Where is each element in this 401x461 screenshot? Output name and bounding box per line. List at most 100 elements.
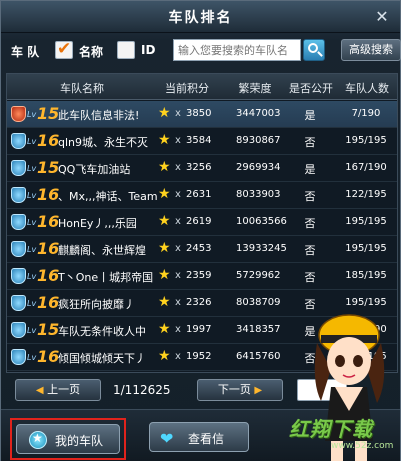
- level-prefix: Lv: [27, 164, 37, 173]
- team-members: 195/195: [345, 243, 387, 254]
- table-header: 车队名称 当前积分 繁荣度 是否公开 车队人数: [7, 74, 397, 100]
- watermark-url: www.52z.com: [331, 441, 394, 451]
- team-badge-icon: [11, 322, 26, 338]
- team-level: 16: [37, 239, 60, 258]
- team-prosperity: 8033903: [236, 189, 281, 200]
- team-level: 16: [37, 347, 60, 366]
- team-public: 否: [304, 271, 316, 284]
- site-watermark: 红翔下载 www.52z.com: [283, 405, 401, 461]
- level-prefix: Lv: [27, 191, 37, 200]
- team-score: 2359: [186, 270, 212, 281]
- level-prefix: Lv: [27, 218, 37, 227]
- team-name: 此车队信息非法!: [58, 109, 140, 122]
- view-info-label: 查看信: [188, 432, 225, 446]
- team-level: 16: [37, 266, 60, 285]
- team-level: 15: [37, 158, 60, 177]
- multiply-sign: x: [175, 351, 181, 362]
- id-checkbox[interactable]: [117, 41, 135, 59]
- team-level: 15: [37, 320, 60, 339]
- team-level: 16: [37, 293, 60, 312]
- my-team-button[interactable]: 我的车队: [16, 424, 120, 454]
- search-button[interactable]: [303, 39, 325, 61]
- multiply-sign: x: [175, 243, 181, 254]
- my-team-label: 我的车队: [55, 434, 104, 448]
- team-level: 16: [37, 212, 60, 231]
- team-badge-icon: [11, 106, 26, 122]
- team-public: 否: [304, 217, 316, 230]
- team-name: QQ飞车加油站: [58, 163, 131, 176]
- team-level: 16: [37, 131, 60, 150]
- team-public: 否: [304, 190, 316, 203]
- level-prefix: Lv: [27, 353, 37, 362]
- team-name: HonEy丿,,,乐园: [58, 217, 137, 230]
- table-row[interactable]: Lv 15 QQ飞车加油站 ★ x 3256 2969934 是 167/190: [7, 155, 397, 182]
- level-prefix: Lv: [27, 245, 37, 254]
- team-star-icon: [29, 431, 47, 449]
- my-team-highlight: 我的车队: [10, 418, 126, 460]
- table-row[interactable]: Lv 16 HonEy丿,,,乐园 ★ x 2619 10063566 否 195/195: [7, 209, 397, 236]
- team-label: 车 队: [11, 45, 40, 59]
- team-badge-icon: [11, 268, 26, 284]
- search-filter-bar: 车 队 名称 ID 高级搜索: [7, 39, 401, 63]
- name-option-label: 名称: [79, 45, 104, 59]
- team-score: 3850: [186, 108, 212, 119]
- team-badge-icon: [11, 295, 26, 311]
- team-public: 是: [304, 163, 316, 176]
- column-header-score: 当前积分: [165, 82, 209, 95]
- level-prefix: Lv: [27, 272, 37, 281]
- close-icon[interactable]: ✕: [372, 7, 392, 27]
- multiply-sign: x: [175, 189, 181, 200]
- team-score: 2326: [186, 297, 212, 308]
- team-name: 、Mx,,,神话、Team: [58, 190, 158, 203]
- prev-page-label: 上一页: [47, 383, 81, 396]
- column-header-name: 车队名称: [60, 82, 104, 95]
- team-score: 3256: [186, 162, 212, 173]
- team-name: 疯狂所向披靡丿: [58, 298, 135, 311]
- view-info-button[interactable]: ❤ 查看信: [149, 422, 249, 452]
- star-icon: ★: [158, 240, 171, 256]
- team-score: 2631: [186, 189, 212, 200]
- page-indicator: 1/112625: [113, 383, 171, 397]
- table-row[interactable]: Lv 16 、Mx,,,神话、Team ★ x 2631 8033903 否 122/195: [7, 182, 397, 209]
- heart-icon: ❤: [160, 429, 174, 448]
- table-row[interactable]: Lv 16 T丶One丨城邦帝国 ★ x 2359 5729962 否 185/195: [7, 263, 397, 290]
- team-score: 2619: [186, 216, 212, 227]
- name-checkbox[interactable]: [55, 39, 73, 59]
- prev-page-button[interactable]: ◀ 上一页: [15, 379, 101, 401]
- team-score: 1952: [186, 351, 212, 362]
- team-members: 122/195: [345, 189, 387, 200]
- multiply-sign: x: [175, 324, 181, 335]
- team-name: 麒麟阁、永世辉煌: [58, 244, 146, 257]
- chevron-left-icon: ◀: [35, 385, 44, 396]
- watermark-logo: 红翔下载: [289, 417, 373, 441]
- team-level: 16: [37, 185, 60, 204]
- team-badge-icon: [11, 214, 26, 230]
- team-members: 185/195: [345, 270, 387, 281]
- team-prosperity: 3447003: [236, 108, 281, 119]
- level-prefix: Lv: [27, 110, 37, 119]
- multiply-sign: x: [175, 162, 181, 173]
- star-icon: ★: [158, 321, 171, 337]
- team-public: 否: [304, 244, 316, 257]
- team-members: 195/195: [345, 216, 387, 227]
- team-badge-icon: [11, 349, 26, 365]
- window-title: 车队排名: [168, 10, 233, 26]
- team-members: 167/190: [345, 162, 387, 173]
- column-header-members: 车队人数: [345, 82, 389, 95]
- level-prefix: Lv: [27, 326, 37, 335]
- team-score: 1997: [186, 324, 212, 335]
- team-prosperity: 13933245: [236, 243, 287, 254]
- table-row[interactable]: Lv 15 此车队信息非法! ★ x 3850 3447003 是 7/190: [7, 101, 397, 128]
- multiply-sign: x: [175, 135, 181, 146]
- next-page-button[interactable]: 下一页 ▶: [197, 379, 283, 401]
- team-name: qln9城、永生不灭: [58, 136, 149, 149]
- multiply-sign: x: [175, 270, 181, 281]
- table-row[interactable]: Lv 16 qln9城、永生不灭 ★ x 3584 8930867 否 195/195: [7, 128, 397, 155]
- team-ranking-window: 车队排名 ✕ 车 队 名称 ID 高级搜索 车队名称 当前积分 繁荣度 是否公开…: [0, 0, 401, 461]
- multiply-sign: x: [175, 297, 181, 308]
- team-badge-icon: [11, 241, 26, 257]
- search-input[interactable]: [173, 39, 301, 61]
- table-row[interactable]: Lv 16 麒麟阁、永世辉煌 ★ x 2453 13933245 否 195/195: [7, 236, 397, 263]
- team-score: 3584: [186, 135, 212, 146]
- advanced-search-button[interactable]: 高级搜索: [341, 39, 401, 61]
